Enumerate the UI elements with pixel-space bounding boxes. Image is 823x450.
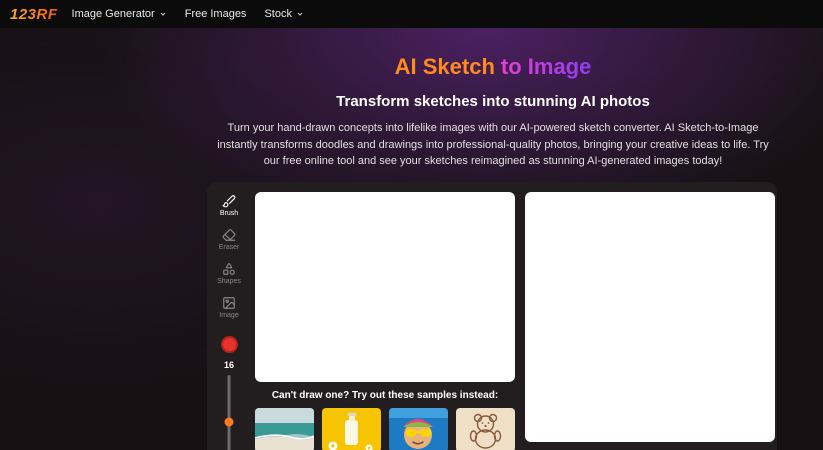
eraser-icon: [222, 228, 236, 241]
page-description: Turn your hand-drawn concepts into lifel…: [217, 122, 769, 167]
nav-image-generator-label: Image Generator: [71, 8, 155, 20]
tool-brush-label: Brush: [219, 209, 239, 217]
page-title-gradient: to Image: [500, 54, 592, 79]
page-title-accent: AI Sketch: [394, 54, 495, 79]
tool-eraser-label: Eraser: [218, 243, 240, 251]
tool-eraser[interactable]: Eraser: [218, 228, 240, 251]
logo-123rf[interactable]: 123RF: [10, 6, 58, 23]
shapes-icon: [223, 262, 235, 275]
nav-free-images-label: Free Images: [184, 8, 247, 20]
yellow-bottle-thumbnail: [322, 407, 381, 450]
sample-yellow-bottle[interactable]: [322, 407, 381, 450]
brush-color-swatch[interactable]: [220, 335, 238, 353]
tool-brush[interactable]: Brush: [220, 194, 238, 217]
sketch-canvas[interactable]: [255, 191, 515, 382]
sample-thumbnails: [255, 407, 515, 450]
editor-toolbar: Brush Eraser Shapes Image 16: [211, 192, 247, 450]
tool-image-label: Image: [219, 311, 239, 319]
main-content: AI Sketch to Image Transform sketches int…: [207, 54, 779, 450]
page-title: AI Sketch to Image: [207, 54, 779, 80]
sample-beach-waves[interactable]: [255, 407, 314, 450]
sample-teddy-bear[interactable]: [456, 407, 515, 450]
chevron-down-icon: [160, 12, 166, 16]
samples-prompt: Can't draw one? Try out these samples in…: [271, 389, 499, 401]
tool-shapes[interactable]: Shapes: [217, 262, 241, 285]
beach-waves-thumbnail: [255, 407, 314, 450]
result-canvas: [525, 191, 775, 442]
brush-size-value: 16: [223, 359, 234, 370]
result-column: [525, 191, 775, 450]
kid-sunglasses-thumbnail: [389, 407, 448, 450]
tool-image[interactable]: Image: [219, 296, 239, 319]
image-icon: [223, 296, 235, 309]
sketch-editor-card: Brush Eraser Shapes Image 16 Can't draw …: [207, 181, 777, 450]
sketch-column: Can't draw one? Try out these samples in…: [255, 191, 515, 450]
teddy-bear-thumbnail: [456, 407, 515, 450]
nav-free-images[interactable]: Free Images: [185, 8, 247, 20]
sample-kid-sunglasses[interactable]: [389, 407, 448, 450]
tool-shapes-label: Shapes: [217, 277, 241, 285]
brush-icon: [222, 194, 236, 207]
chevron-down-icon: [297, 12, 303, 16]
slider-track: [227, 374, 231, 450]
page-subtitle: Transform sketches into stunning AI phot…: [336, 93, 650, 110]
nav-image-generator[interactable]: Image Generator: [72, 8, 167, 20]
nav-stock[interactable]: Stock: [264, 8, 304, 20]
nav-stock-label: Stock: [264, 8, 292, 20]
top-navbar: 123RF Image Generator Free Images Stock: [0, 0, 823, 28]
brush-size-slider[interactable]: [222, 374, 236, 450]
slider-knob[interactable]: [224, 417, 234, 427]
